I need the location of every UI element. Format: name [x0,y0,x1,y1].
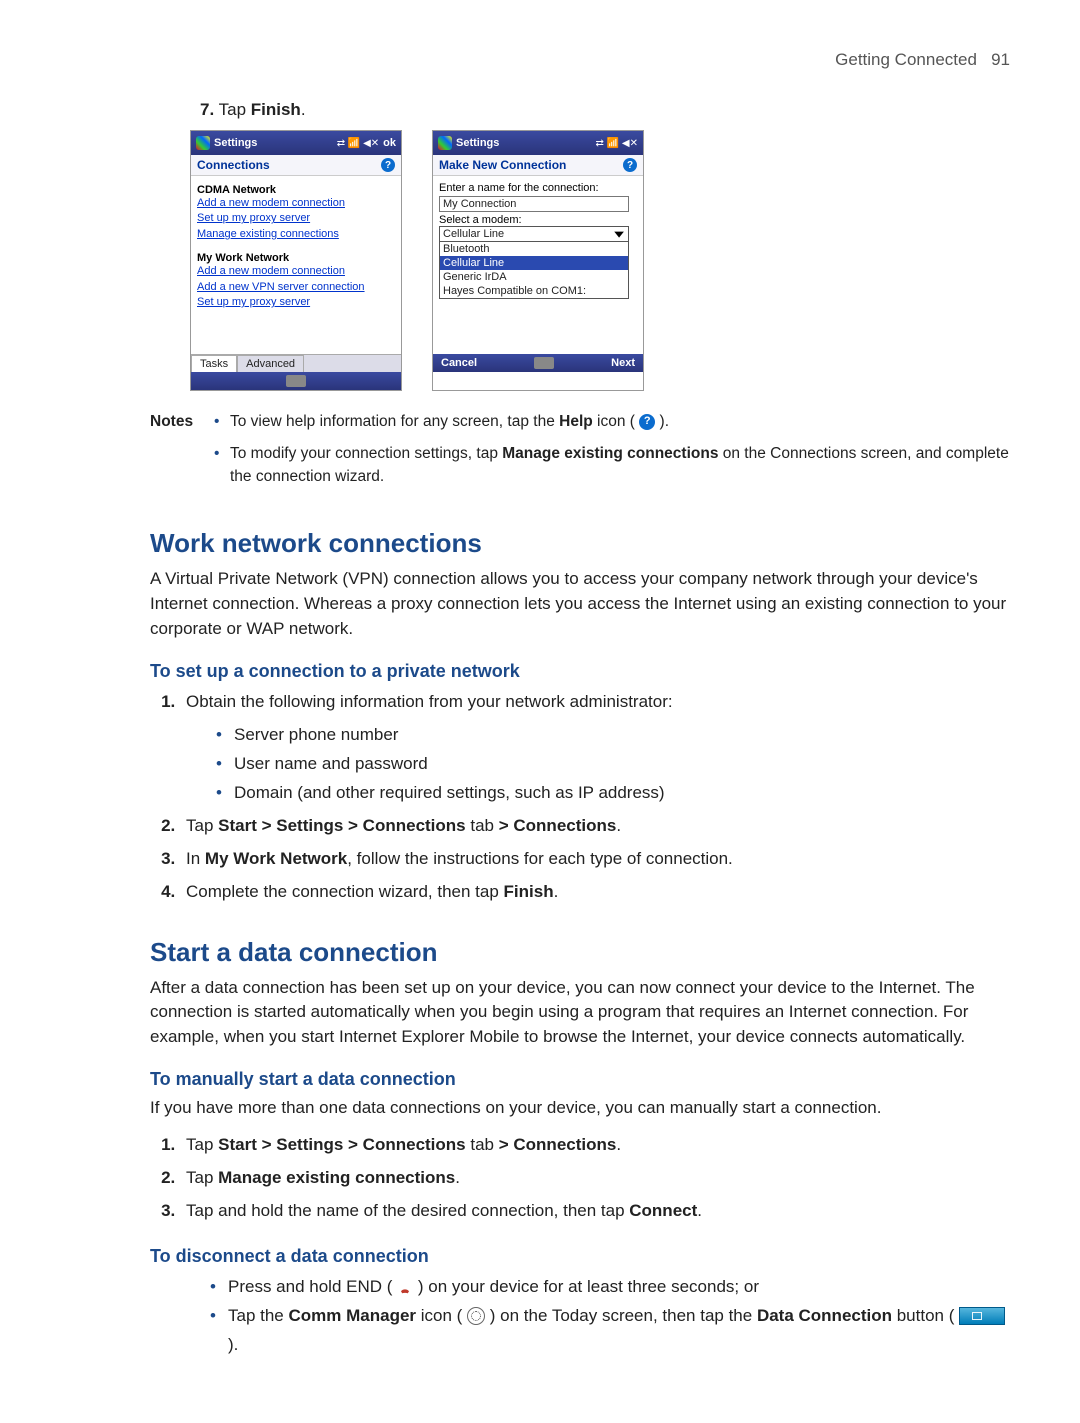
ok-button: ok [383,137,396,149]
step-3: In My Work Network, follow the instructi… [180,845,1010,874]
bullet: Domain (and other required settings, suc… [216,779,1010,808]
step-m1: Tap Start > Settings > Connections tab >… [180,1131,1010,1160]
status-icons: ⇄ 📶 ◀✕ [337,138,379,149]
modem-option: Generic IrDA [440,270,628,284]
step-2: Tap Start > Settings > Connections tab >… [180,812,1010,841]
screenshots-row: Settings ⇄ 📶 ◀✕ ok Connections ? CDMA Ne… [190,130,1010,391]
heading-manual-start: To manually start a data connection [150,1069,1010,1090]
step-7-bold: Finish [251,100,301,119]
modem-option: Bluetooth [440,242,628,256]
comm-manager-icon [467,1307,485,1325]
phone-titlebar: Settings ⇄ 📶 ◀✕ ok [191,131,401,155]
screenshot-make-new-connection: Settings ⇄ 📶 ◀✕ Make New Connection ? En… [432,130,644,391]
page-number: 91 [991,50,1010,69]
bullet: User name and password [216,750,1010,779]
note-2: To modify your connection settings, tap … [214,443,1010,488]
phone-title: Settings [214,137,333,149]
step-4: Complete the connection wizard, then tap… [180,878,1010,907]
help-icon: ? [639,414,655,430]
cdma-network-title: CDMA Network [197,184,395,196]
steps-disconnect: Press and hold END ( ) on your device fo… [210,1273,1010,1360]
modem-dropdown: Bluetooth Cellular Line Generic IrDA Hay… [439,242,629,299]
end-key-icon [397,1279,413,1295]
phone-subhead: Connections ? [191,155,401,176]
help-icon: ? [623,158,637,172]
phone-tabs: Tasks Advanced [191,354,401,372]
connection-name-input: My Connection [439,196,629,212]
phone-title: Settings [456,137,592,149]
section-title: Getting Connected [835,50,977,69]
start-flag-icon [196,136,210,150]
step-1: Obtain the following information from yo… [180,688,1010,808]
document-page: Getting Connected 91 7. Tap Finish. Sett… [0,0,1080,1423]
data-connection-button-icon [959,1307,1005,1325]
page-header: Getting Connected 91 [70,50,1010,70]
step-7-suffix: . [301,100,306,119]
cdma-link-3: Manage existing connections [197,227,395,242]
next-softkey: Next [611,357,635,369]
modem-select: Cellular Line [439,226,629,242]
name-label: Enter a name for the connection: [439,182,637,194]
modem-option-selected: Cellular Line [440,256,628,270]
disconnect-1: Press and hold END ( ) on your device fo… [210,1273,1010,1302]
step-7-prefix: Tap [219,100,251,119]
heading-disconnect: To disconnect a data connection [150,1246,1010,1267]
work-link-2: Add a new VPN server connection [197,280,395,295]
work-link-3: Set up my proxy server [197,295,395,310]
work-network-title: My Work Network [197,252,395,264]
paragraph-manual-start: If you have more than one data connectio… [150,1096,1010,1121]
bullet: Server phone number [216,721,1010,750]
heading-start-data: Start a data connection [150,937,1010,968]
tab-tasks: Tasks [191,355,237,372]
subhead-text: Connections [197,158,270,172]
step-m3: Tap and hold the name of the desired con… [180,1197,1010,1226]
paragraph-start-data: After a data connection has been set up … [150,976,1010,1050]
phone-body: Enter a name for the connection: My Conn… [433,176,643,354]
note-1: To view help information for any screen,… [214,411,1010,433]
status-icons: ⇄ 📶 ◀✕ [596,138,638,149]
step-1-bullets: Server phone number User name and passwo… [216,721,1010,808]
phone-subhead: Make New Connection ? [433,155,643,176]
tab-advanced: Advanced [237,355,304,372]
notes-items: To view help information for any screen,… [214,411,1010,498]
step-7: 7. Tap Finish. [200,100,1010,120]
steps-manual-start: Tap Start > Settings > Connections tab >… [180,1131,1010,1226]
step-7-number: 7. [200,100,214,119]
modem-option: Hayes Compatible on COM1: [440,284,628,298]
keyboard-icon [534,357,554,369]
paragraph-work-network: A Virtual Private Network (VPN) connecti… [150,567,1010,641]
cdma-link-1: Add a new modem connection [197,196,395,211]
help-icon: ? [381,158,395,172]
screenshot-connections: Settings ⇄ 📶 ◀✕ ok Connections ? CDMA Ne… [190,130,402,391]
chevron-down-icon [613,228,625,240]
work-link-1: Add a new modem connection [197,264,395,279]
notes-label: Notes [150,411,214,498]
notes-block: Notes To view help information for any s… [150,411,1010,498]
keyboard-icon [286,375,306,387]
modem-selected: Cellular Line [443,228,504,240]
phone-titlebar: Settings ⇄ 📶 ◀✕ [433,131,643,155]
step-m2: Tap Manage existing connections. [180,1164,1010,1193]
phone-bottombar [191,372,401,390]
start-flag-icon [438,136,452,150]
phone-body: CDMA Network Add a new modem connection … [191,176,401,354]
subhead-text: Make New Connection [439,158,566,172]
cdma-link-2: Set up my proxy server [197,211,395,226]
modem-label: Select a modem: [439,214,637,226]
heading-setup-private: To set up a connection to a private netw… [150,661,1010,682]
disconnect-2: Tap the Comm Manager icon ( ) on the Tod… [210,1302,1010,1360]
heading-work-network: Work network connections [150,528,1010,559]
steps-setup-private: Obtain the following information from yo… [180,688,1010,906]
cancel-softkey: Cancel [441,357,477,369]
phone-bottombar: Cancel Next [433,354,643,372]
